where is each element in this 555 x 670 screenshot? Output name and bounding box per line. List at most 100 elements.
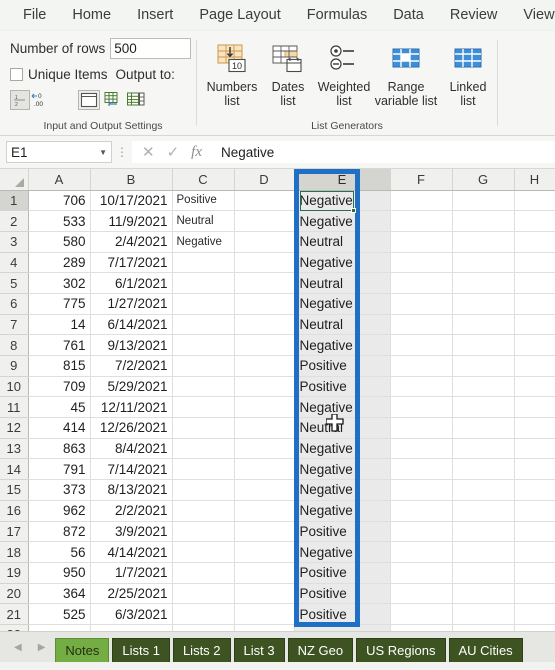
cell-h[interactable] <box>514 562 555 584</box>
cell-d[interactable] <box>234 603 295 625</box>
cell-c[interactable] <box>172 521 235 543</box>
sheet-tab-notes[interactable]: Notes <box>55 638 110 662</box>
cell-c[interactable] <box>172 355 235 377</box>
cell-b[interactable]: 3/9/2021 <box>90 521 173 543</box>
cell-b[interactable]: 7/14/2021 <box>90 458 173 481</box>
cell-b[interactable]: 5/29/2021 <box>90 376 173 398</box>
cell-c[interactable] <box>172 458 235 481</box>
cell-a[interactable] <box>28 624 91 631</box>
cell-g[interactable] <box>452 355 515 377</box>
cell-a[interactable]: 863 <box>28 438 91 460</box>
row-header[interactable]: 4 <box>0 252 29 274</box>
cell-d[interactable] <box>234 293 295 315</box>
cell-g[interactable] <box>452 293 515 315</box>
cell-a[interactable]: 791 <box>28 458 91 481</box>
cell-e[interactable]: Negative <box>294 500 391 522</box>
row-header[interactable]: 19 <box>0 562 29 584</box>
row-header[interactable]: 6 <box>0 293 29 315</box>
cell-e[interactable]: Negative <box>294 210 391 232</box>
cell-f[interactable] <box>390 603 453 625</box>
decrease-decimal-icon[interactable]: 0 .00 <box>30 90 54 110</box>
cell-a[interactable]: 45 <box>28 396 91 419</box>
cell-c[interactable] <box>172 293 235 315</box>
row-header[interactable]: 21 <box>0 603 29 625</box>
cell-a[interactable]: 950 <box>28 562 91 584</box>
cell-e[interactable]: Neutral <box>294 314 391 336</box>
cell-g[interactable] <box>452 314 515 336</box>
cell-f[interactable] <box>390 210 453 232</box>
cell-c[interactable] <box>172 562 235 584</box>
cell-c[interactable] <box>172 541 235 563</box>
cell-a[interactable]: 525 <box>28 603 91 625</box>
cell-c[interactable] <box>172 334 235 356</box>
cell-g[interactable] <box>452 603 515 625</box>
cell-e[interactable]: Negative <box>294 438 391 460</box>
cell-b[interactable]: 7/2/2021 <box>90 355 173 377</box>
cell-f[interactable] <box>390 500 453 522</box>
cell-b[interactable]: 2/25/2021 <box>90 583 173 605</box>
cell-c[interactable] <box>172 624 235 631</box>
column-header-d[interactable]: D <box>234 169 295 191</box>
cell-f[interactable] <box>390 190 453 212</box>
weighted-list-button[interactable]: Weighted list <box>316 37 372 108</box>
row-header[interactable]: 11 <box>0 396 29 419</box>
chevron-down-icon[interactable]: ▼ <box>99 148 107 157</box>
cell-b[interactable]: 8/4/2021 <box>90 438 173 460</box>
cell-g[interactable] <box>452 417 515 439</box>
cell-g[interactable] <box>452 458 515 481</box>
column-header-h[interactable]: H <box>514 169 555 191</box>
row-header[interactable]: 5 <box>0 272 29 294</box>
cell-e[interactable]: Negative <box>294 458 391 481</box>
row-header[interactable]: 12 <box>0 417 29 439</box>
cell-c[interactable] <box>172 252 235 274</box>
cell-e[interactable]: Positive <box>294 603 391 625</box>
cell-e[interactable]: Positive <box>294 583 391 605</box>
cell-g[interactable] <box>452 541 515 563</box>
cell-g[interactable] <box>452 210 515 232</box>
cell-c[interactable] <box>172 417 235 439</box>
cell-b[interactable]: 10/17/2021 <box>90 190 173 212</box>
column-header-c[interactable]: C <box>172 169 235 191</box>
row-header[interactable]: 9 <box>0 355 29 377</box>
cell-c[interactable]: Negative <box>172 231 235 253</box>
cell-c[interactable] <box>172 376 235 398</box>
cell-h[interactable] <box>514 334 555 356</box>
cell-h[interactable] <box>514 500 555 522</box>
cell-b[interactable]: 12/26/2021 <box>90 417 173 439</box>
row-header[interactable]: 22 <box>0 624 29 631</box>
column-header-f[interactable]: F <box>390 169 453 191</box>
numbers-list-button[interactable]: 10 Numbers list <box>204 37 260 108</box>
cell-h[interactable] <box>514 396 555 419</box>
cell-e[interactable]: Positive <box>294 562 391 584</box>
cell-c[interactable] <box>172 438 235 460</box>
cell-a[interactable]: 815 <box>28 355 91 377</box>
cell-g[interactable] <box>452 479 515 501</box>
output-new-window-icon[interactable] <box>78 90 100 110</box>
sheet-tab-us-regions[interactable]: US Regions <box>356 638 446 662</box>
cell-d[interactable] <box>234 314 295 336</box>
cell-b[interactable]: 9/13/2021 <box>90 334 173 356</box>
cell-e[interactable]: Neutral <box>294 272 391 294</box>
next-sheet-icon[interactable]: ▶ <box>38 642 46 653</box>
cell-f[interactable] <box>390 562 453 584</box>
ribbon-tab-insert[interactable]: Insert <box>124 0 186 31</box>
cell-h[interactable] <box>514 624 555 631</box>
ribbon-tab-home[interactable]: Home <box>59 0 124 31</box>
row-header[interactable]: 14 <box>0 458 29 481</box>
cell-h[interactable] <box>514 190 555 212</box>
cell-c[interactable]: Positive <box>172 190 235 212</box>
column-header-a[interactable]: A <box>28 169 91 191</box>
cell-a[interactable]: 414 <box>28 417 91 439</box>
output-existing-sheet-icon[interactable] <box>103 91 123 109</box>
ribbon-tab-page-layout[interactable]: Page Layout <box>186 0 293 31</box>
cell-a[interactable]: 872 <box>28 521 91 543</box>
cell-g[interactable] <box>452 334 515 356</box>
cell-d[interactable] <box>234 458 295 481</box>
cell-e[interactable]: Negative <box>294 334 391 356</box>
cell-d[interactable] <box>234 190 295 212</box>
cell-e[interactable]: Positive <box>294 355 391 377</box>
cell-g[interactable] <box>452 252 515 274</box>
cell-a[interactable]: 580 <box>28 231 91 253</box>
cell-d[interactable] <box>234 541 295 563</box>
cell-d[interactable] <box>234 376 295 398</box>
